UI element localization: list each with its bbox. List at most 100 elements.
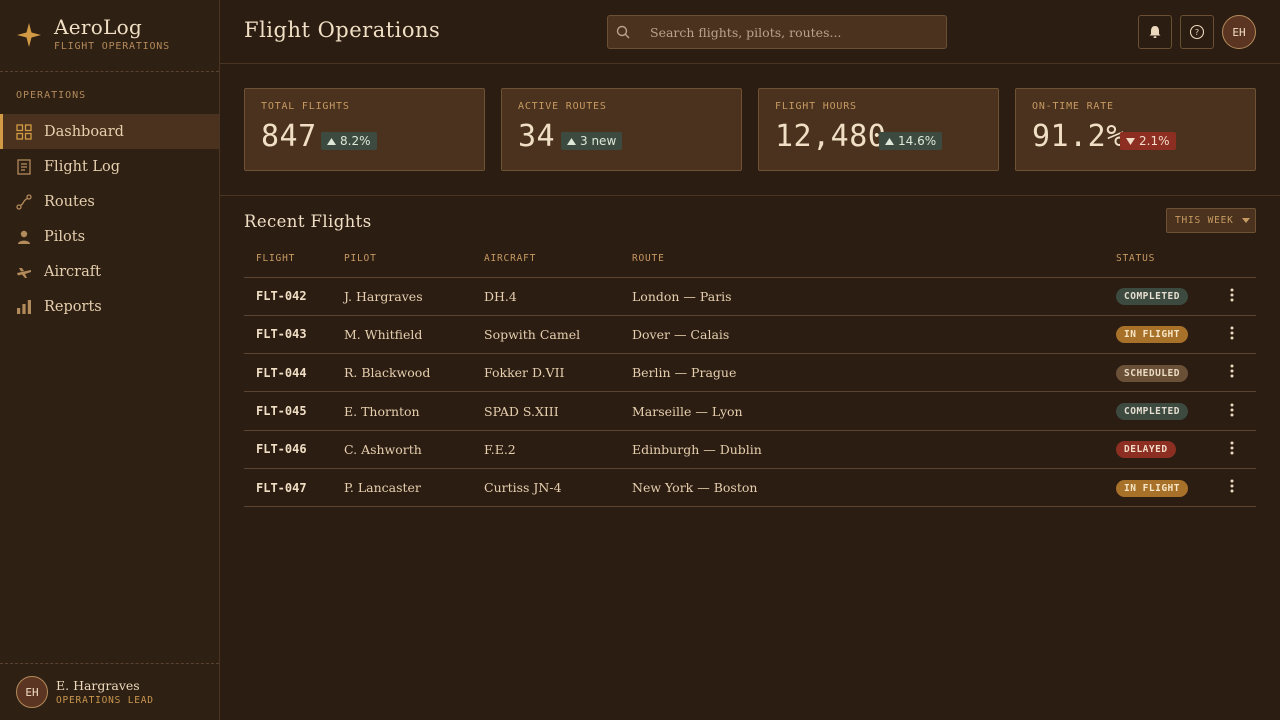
brand-title: AeroLog [54, 15, 143, 39]
delta-badge: 2.1% [1120, 132, 1176, 150]
route: London — Paris [620, 277, 1104, 316]
delta-badge: 8.2% [321, 132, 377, 150]
help-icon: ? [1189, 24, 1205, 40]
top-header: Flight Operations ? EH [220, 0, 1280, 64]
arrow-down-icon [1126, 137, 1135, 145]
pilot-name: C. Ashworth [332, 430, 472, 469]
status-badge: DELAYED [1116, 441, 1176, 459]
delta-badge: 3 new [561, 132, 623, 150]
brand[interactable]: AeroLog FLIGHT OPERATIONS [0, 0, 219, 72]
route: Berlin — Prague [620, 353, 1104, 393]
col-route[interactable]: ROUTE [620, 240, 1104, 278]
more-vertical-icon [1230, 288, 1234, 302]
sidebar-item-label: Aircraft [44, 263, 101, 280]
delta-value: 14.6% [898, 134, 937, 148]
status-badge: COMPLETED [1116, 288, 1188, 306]
arrow-up-icon [567, 137, 576, 145]
table-row[interactable]: FLT-042 J. Hargraves DH.4 London — Paris… [244, 277, 1256, 316]
sidebar-item-reports[interactable]: Reports [0, 289, 219, 324]
sidebar-item-label: Routes [44, 193, 95, 210]
plane-icon [16, 264, 32, 280]
stat-value: 847 [261, 119, 317, 154]
route-icon [16, 193, 32, 210]
status-cell: IN FLIGHT [1104, 468, 1214, 508]
pilot-name: E. Thornton [332, 391, 472, 431]
row-actions-button[interactable] [1214, 391, 1256, 431]
col-status[interactable]: STATUS [1104, 240, 1214, 278]
arrow-up-icon [885, 137, 894, 145]
stat-total-flights: TOTAL FLIGHTS 847 8.2% [244, 88, 485, 171]
more-vertical-icon [1230, 479, 1234, 493]
nav-section-label: OPERATIONS [16, 90, 87, 101]
status-cell: DELAYED [1104, 430, 1214, 469]
aircraft-name: Curtiss JN-4 [472, 468, 620, 508]
recent-flights-title: Recent Flights [244, 212, 372, 231]
table-row[interactable]: FLT-046 C. Ashworth F.E.2 Edinburgh — Du… [244, 430, 1256, 469]
route: New York — Boston [620, 468, 1104, 508]
route: Dover — Calais [620, 315, 1104, 355]
aircraft-name: F.E.2 [472, 430, 620, 469]
sidebar: AeroLog FLIGHT OPERATIONS OPERATIONS Das… [0, 0, 220, 720]
bar-chart-icon [16, 299, 32, 315]
row-actions-button[interactable] [1214, 430, 1256, 469]
sidebar-item-label: Dashboard [44, 123, 124, 140]
row-actions-button[interactable] [1214, 353, 1256, 393]
sidebar-item-flight-log[interactable]: Flight Log [0, 149, 219, 184]
table-row[interactable]: FLT-045 E. Thornton SPAD S.XIII Marseill… [244, 391, 1256, 431]
search-icon [616, 25, 630, 39]
more-vertical-icon [1230, 364, 1234, 378]
user-profile[interactable]: EH E. Hargraves OPERATIONS LEAD [0, 663, 219, 720]
sidebar-item-dashboard[interactable]: Dashboard [0, 114, 219, 149]
flight-id: FLT-042 [244, 277, 332, 316]
notifications-button[interactable] [1138, 15, 1172, 49]
header-avatar[interactable]: EH [1222, 15, 1256, 49]
stat-label: TOTAL FLIGHTS [261, 101, 350, 112]
status-badge: IN FLIGHT [1116, 479, 1188, 497]
table-row[interactable]: FLT-044 R. Blackwood Fokker D.VII Berlin… [244, 353, 1256, 393]
row-actions-button[interactable] [1214, 468, 1256, 508]
sidebar-item-routes[interactable]: Routes [0, 184, 219, 219]
table-row[interactable]: FLT-043 M. Whitfield Sopwith Camel Dover… [244, 315, 1256, 355]
col-flight[interactable]: FLIGHT [244, 240, 332, 278]
filter-label: THIS WEEK [1175, 215, 1234, 226]
sidebar-item-pilots[interactable]: Pilots [0, 219, 219, 254]
person-icon [16, 229, 32, 245]
col-actions [1214, 240, 1256, 278]
pilot-name: M. Whitfield [332, 315, 472, 355]
more-vertical-icon [1230, 441, 1234, 455]
row-actions-button[interactable] [1214, 315, 1256, 355]
sidebar-item-label: Pilots [44, 228, 86, 245]
stat-value: 12,480 [775, 119, 887, 154]
sidebar-item-label: Flight Log [44, 158, 121, 175]
flight-id: FLT-047 [244, 468, 332, 508]
delta-value: 8.2% [340, 134, 371, 148]
sidebar-item-aircraft[interactable]: Aircraft [0, 254, 219, 289]
stat-label: ACTIVE ROUTES [518, 101, 607, 112]
search-input[interactable] [650, 24, 930, 40]
pilot-name: R. Blackwood [332, 353, 472, 393]
status-cell: COMPLETED [1104, 391, 1214, 431]
delta-badge: 14.6% [879, 132, 943, 150]
row-actions-button[interactable] [1214, 277, 1256, 316]
col-pilot[interactable]: PILOT [332, 240, 472, 278]
aircraft-name: SPAD S.XIII [472, 391, 620, 431]
flight-id: FLT-045 [244, 391, 332, 431]
status-cell: IN FLIGHT [1104, 315, 1214, 355]
period-filter-dropdown[interactable]: THIS WEEK [1166, 208, 1256, 233]
flight-id: FLT-043 [244, 315, 332, 355]
stat-on-time-rate: ON-TIME RATE 91.2% 2.1% [1015, 88, 1256, 171]
arrow-up-icon [327, 137, 336, 145]
table-header-row: FLIGHT PILOT AIRCRAFT ROUTE STATUS [244, 240, 1256, 278]
search-box[interactable] [607, 15, 947, 49]
status-badge: SCHEDULED [1116, 364, 1188, 382]
chevron-down-icon [1241, 218, 1250, 223]
document-icon [16, 158, 32, 175]
help-button[interactable]: ? [1180, 15, 1214, 49]
table-row[interactable]: FLT-047 P. Lancaster Curtiss JN-4 New Yo… [244, 468, 1256, 508]
aircraft-name: DH.4 [472, 277, 620, 316]
delta-value: 2.1% [1139, 134, 1170, 148]
stat-label: FLIGHT HOURS [775, 101, 857, 112]
compass-star-icon [17, 23, 41, 47]
sidebar-nav: Dashboard Flight Log Routes Pilots Aircr… [0, 114, 219, 324]
col-aircraft[interactable]: AIRCRAFT [472, 240, 620, 278]
